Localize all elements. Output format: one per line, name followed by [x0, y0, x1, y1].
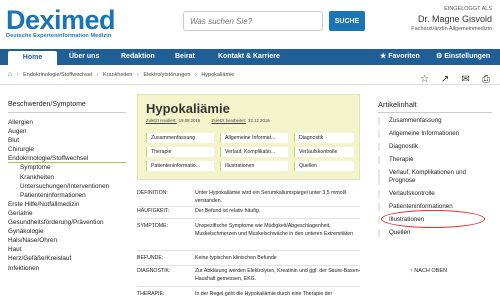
user-name[interactable]: Dr. Magne Gisvold	[411, 14, 492, 24]
section-chip[interactable]: Zusammenfassung	[146, 133, 214, 143]
definition-term: BEFUNDE:	[137, 255, 164, 261]
definition-term: THERAPIE:	[137, 291, 165, 297]
divider	[137, 218, 360, 219]
definition-term: HÄUFIGKEIT:	[137, 208, 169, 214]
divider	[137, 286, 360, 287]
definition-text: In der Regel geht die Hypokaliämie durch…	[195, 291, 333, 297]
sidebar-subitem[interactable]: Symptome	[8, 163, 126, 172]
breadcrumb-item[interactable]: Endokrinologie/Stoffwechsel	[23, 72, 92, 78]
nav-einstellungen[interactable]: ⚙ Einstellungen	[436, 49, 490, 65]
section-chip[interactable]: Illustrationen	[220, 161, 288, 171]
revised-date: 19.08.2016	[178, 118, 201, 123]
nav-favoriten[interactable]: ★ Favoriten	[380, 49, 420, 65]
revised-label: Zuletzt revidiert:	[146, 118, 177, 123]
section-chip[interactable]: Allgemeine Informat...	[220, 133, 288, 143]
definition-text: Der Befund ist relativ häufig.	[195, 208, 261, 214]
search-input[interactable]	[183, 11, 323, 31]
definition-term: DIAGNOSTIK:	[137, 268, 171, 274]
definition-term: DEFINITION:	[137, 190, 168, 196]
toc-item[interactable]: Verlaufskontrolle	[378, 190, 492, 198]
logo-subtitle: Deutsche Experteninformation Medizin	[6, 33, 112, 39]
category-sidebar: Beschwerden/Symptome Allergien Augen Blu…	[8, 100, 126, 273]
breadcrumb-item[interactable]: Krankheiten	[103, 72, 132, 78]
user-block: EINGELOGGT ALS Dr. Magne Gisvold Facharz…	[411, 6, 492, 32]
edited-date: 22.12.2016	[248, 118, 270, 123]
nav-einstellungen-label: Einstellungen	[444, 53, 491, 60]
sidebar-item[interactable]: Hals/Nase/Ohren	[8, 236, 126, 245]
sidebar-item[interactable]: Allergien	[8, 118, 126, 127]
toc-item[interactable]: Quellen	[378, 229, 492, 237]
section-chip[interactable]: Patienteninformatio...	[146, 161, 214, 171]
sidebar-subitem[interactable]: Patienteninformationen	[8, 191, 126, 200]
search-button[interactable]: SUCHE	[329, 11, 365, 31]
page-title: Hypokaliämie	[146, 101, 230, 116]
arrow-up-icon: ↑	[410, 268, 413, 274]
header: Deximed Deutsche Experteninformation Med…	[0, 0, 500, 48]
definition-text: Unter Hypokaliämie wird ein Serumkaliums…	[195, 190, 347, 204]
nav-beirat[interactable]: Beirat	[175, 49, 195, 65]
sidebar-item[interactable]: Gynäkologie	[8, 227, 126, 236]
gear-icon: ⚙	[436, 53, 443, 60]
sidebar-item[interactable]: Herz/Gefäße/Kreislauf	[8, 254, 126, 263]
logo[interactable]: Deximed Deutsche Experteninformation Med…	[6, 5, 116, 39]
sidebar-item[interactable]: Gesundheitsförderung/Prävention	[8, 218, 126, 227]
sidebar-item-selected[interactable]: Endokrinologie/Stoffwechsel	[8, 154, 126, 164]
logo-text: Deximed	[6, 5, 116, 35]
toc-item[interactable]: Allgemeine Informationen	[378, 130, 492, 138]
sidebar-item[interactable]: Erste Hilfe/Notfallmedizin	[8, 200, 126, 209]
nav-ueber-uns[interactable]: Über uns	[69, 49, 99, 65]
definition-text: Zur Abklärung werden Elektrolyten, Kreat…	[195, 268, 361, 282]
nav-redaktion[interactable]: Redaktion	[121, 49, 155, 65]
sidebar-item[interactable]: Infektionen	[8, 264, 126, 273]
breadcrumb-separator: ›	[136, 72, 139, 78]
sidebar-item[interactable]: Augen	[8, 127, 126, 136]
divider	[137, 250, 360, 251]
sidebar-item[interactable]: Blut	[8, 136, 126, 145]
nav-kontakt[interactable]: Kontakt & Karriere	[218, 49, 280, 65]
toc-item[interactable]: Verlauf, Komplikationen und Prognose	[378, 169, 492, 185]
back-to-top-label: NACH OBEN	[414, 268, 447, 274]
breadcrumb-current: Hypokaliämie	[201, 72, 235, 78]
section-chip[interactable]: Verlaufskontrolle	[294, 147, 354, 157]
definition-text: Keine typischen klinischen Befunde	[195, 255, 277, 261]
topic-dates: Zuletzt revidiert: 19.08.2016 Zuletzt be…	[146, 118, 270, 123]
divider	[137, 265, 360, 266]
article-contents-title: Artikelinhalt	[378, 100, 417, 109]
sidebar-subitem[interactable]: Untersuchungen/Interventionen	[8, 182, 126, 191]
nav-home[interactable]: Home	[8, 51, 57, 65]
section-chip[interactable]: Quellen	[294, 161, 354, 171]
sidebar-title[interactable]: Beschwerden/Symptome	[8, 100, 126, 109]
section-chip[interactable]: Therapie	[146, 147, 214, 157]
back-to-top-button[interactable]: ↑ NACH OBEN	[410, 268, 447, 274]
section-chip[interactable]: Verlauf, Komplikatio...	[220, 147, 288, 157]
edited-label: Zuletzt bearbeitet:	[211, 118, 246, 123]
toc-item[interactable]: Zusammenfassung	[378, 117, 492, 125]
sidebar-item[interactable]: Haut	[8, 245, 126, 254]
home-icon[interactable]: ⌂	[8, 71, 12, 78]
user-role: Facharzt/ärztin Allgemeinmedizin	[411, 26, 492, 32]
breadcrumb-separator: ›	[16, 72, 19, 78]
topic-summary-box: Hypokaliämie Zuletzt revidiert: 19.08.20…	[137, 94, 360, 180]
main-nav: Home Über uns Redaktion Beirat Kontakt &…	[0, 49, 500, 65]
breadcrumb-separator: ›	[96, 72, 99, 78]
divider	[378, 112, 492, 113]
breadcrumb: ⌂ › Endokrinologie/Stoffwechsel › Krankh…	[8, 71, 234, 78]
definition-text: Unspezifische Symptome wie Müdigkeit/Abg…	[195, 223, 354, 237]
sidebar-subitem[interactable]: Krankheiten	[8, 173, 126, 182]
sidebar-item[interactable]: Chirurgie	[8, 145, 126, 154]
nav-favoriten-label: Favoriten	[388, 53, 420, 60]
toc-item[interactable]: Therapie	[378, 156, 492, 164]
divider	[0, 84, 500, 85]
breadcrumb-separator: ›	[194, 72, 197, 78]
toc-item[interactable]: Diagnostik	[378, 143, 492, 151]
section-chip[interactable]: Diagnostik	[294, 133, 354, 143]
highlight-circle	[381, 210, 485, 228]
breadcrumb-item[interactable]: Elektrolytstörungen	[143, 72, 190, 78]
definition-term: SYMPTOME:	[137, 223, 169, 229]
login-status: EINGELOGGT ALS	[444, 6, 492, 12]
divider	[8, 112, 126, 113]
sidebar-item[interactable]: Geriatrie	[8, 209, 126, 218]
divider	[137, 206, 360, 207]
star-icon: ★	[380, 53, 387, 60]
